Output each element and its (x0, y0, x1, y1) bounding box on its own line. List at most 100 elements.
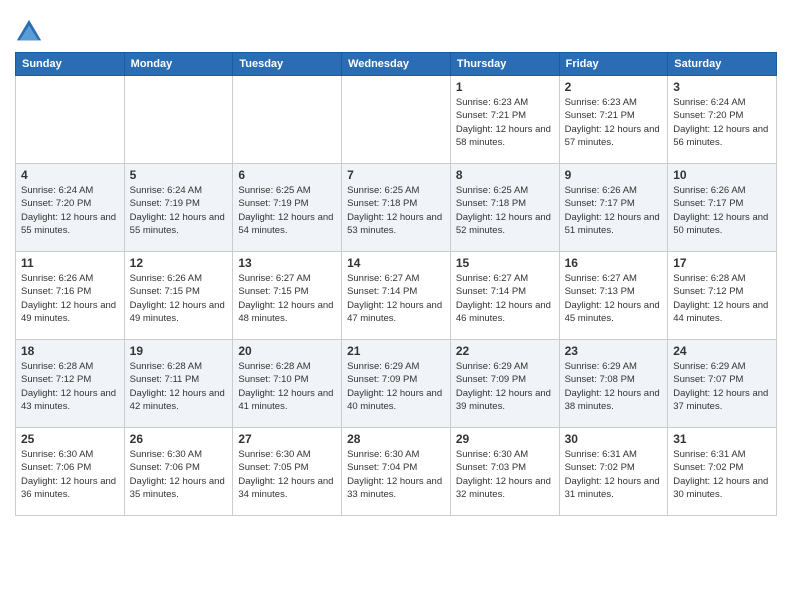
calendar-cell: 28 Sunrise: 6:30 AM Sunset: 7:04 PM Dayli… (342, 428, 451, 516)
calendar-cell: 29Sunrise: 6:30 AM Sunset: 7:03 PM Dayli… (450, 428, 559, 516)
day-number: 26 (130, 432, 228, 446)
calendar-cell: 1 Sunrise: 6:23 AM Sunset: 7:21 PM Daylig… (450, 76, 559, 164)
day-info: Sunrise: 6:31 AM Sunset: 7:02 PM Dayligh… (673, 448, 771, 501)
calendar-cell: 2 Sunrise: 6:23 AM Sunset: 7:21 PM Daylig… (559, 76, 668, 164)
day-number: 13 (238, 256, 336, 270)
calendar-week-3: 11 Sunrise: 6:26 AM Sunset: 7:16 PM Dayli… (16, 252, 777, 340)
day-number: 28 (347, 432, 445, 446)
calendar-cell: 4 Sunrise: 6:24 AM Sunset: 7:20 PM Daylig… (16, 164, 125, 252)
calendar-cell: 6 Sunrise: 6:25 AM Sunset: 7:19 PM Daylig… (233, 164, 342, 252)
day-info: Sunrise: 6:28 AM Sunset: 7:11 PM Dayligh… (130, 360, 228, 413)
calendar-header-monday: Monday (124, 53, 233, 76)
day-number: 25 (21, 432, 119, 446)
day-info: Sunrise: 6:25 AM Sunset: 7:19 PM Dayligh… (238, 184, 336, 237)
calendar-cell: 21 Sunrise: 6:29 AM Sunset: 7:09 PM Dayli… (342, 340, 451, 428)
day-info: Sunrise: 6:28 AM Sunset: 7:10 PM Dayligh… (238, 360, 336, 413)
calendar-cell: 7Sunrise: 6:25 AM Sunset: 7:18 PM Daylig… (342, 164, 451, 252)
day-info: Sunrise: 6:25 AM Sunset: 7:18 PM Dayligh… (456, 184, 554, 237)
day-info: Sunrise: 6:26 AM Sunset: 7:17 PM Dayligh… (565, 184, 663, 237)
calendar-header-friday: Friday (559, 53, 668, 76)
calendar-header-tuesday: Tuesday (233, 53, 342, 76)
day-info: Sunrise: 6:27 AM Sunset: 7:14 PM Dayligh… (347, 272, 445, 325)
calendar-cell (124, 76, 233, 164)
calendar-cell: 11 Sunrise: 6:26 AM Sunset: 7:16 PM Dayli… (16, 252, 125, 340)
calendar-cell: 17 Sunrise: 6:28 AM Sunset: 7:12 PM Dayli… (668, 252, 777, 340)
day-number: 15 (456, 256, 554, 270)
calendar-cell: 27 Sunrise: 6:30 AM Sunset: 7:05 PM Dayli… (233, 428, 342, 516)
calendar-header-wednesday: Wednesday (342, 53, 451, 76)
calendar-header-saturday: Saturday (668, 53, 777, 76)
day-info: Sunrise: 6:30 AM Sunset: 7:06 PM Dayligh… (21, 448, 119, 501)
day-info: Sunrise: 6:26 AM Sunset: 7:16 PM Dayligh… (21, 272, 119, 325)
day-number: 30 (565, 432, 663, 446)
calendar-cell: 23Sunrise: 6:29 AM Sunset: 7:08 PM Dayli… (559, 340, 668, 428)
day-info: Sunrise: 6:27 AM Sunset: 7:13 PM Dayligh… (565, 272, 663, 325)
day-info: Sunrise: 6:29 AM Sunset: 7:09 PM Dayligh… (347, 360, 445, 413)
day-number: 24 (673, 344, 771, 358)
calendar-cell: 10Sunrise: 6:26 AM Sunset: 7:17 PM Dayli… (668, 164, 777, 252)
day-number: 14 (347, 256, 445, 270)
day-info: Sunrise: 6:29 AM Sunset: 7:09 PM Dayligh… (456, 360, 554, 413)
day-number: 11 (21, 256, 119, 270)
calendar-cell: 13Sunrise: 6:27 AM Sunset: 7:15 PM Dayli… (233, 252, 342, 340)
day-number: 5 (130, 168, 228, 182)
calendar-week-5: 25 Sunrise: 6:30 AM Sunset: 7:06 PM Dayli… (16, 428, 777, 516)
calendar-cell: 12Sunrise: 6:26 AM Sunset: 7:15 PM Dayli… (124, 252, 233, 340)
logo (15, 18, 47, 46)
calendar-cell: 30 Sunrise: 6:31 AM Sunset: 7:02 PM Dayli… (559, 428, 668, 516)
day-info: Sunrise: 6:30 AM Sunset: 7:05 PM Dayligh… (238, 448, 336, 501)
calendar-cell: 20Sunrise: 6:28 AM Sunset: 7:10 PM Dayli… (233, 340, 342, 428)
day-info: Sunrise: 6:28 AM Sunset: 7:12 PM Dayligh… (21, 360, 119, 413)
day-info: Sunrise: 6:30 AM Sunset: 7:06 PM Dayligh… (130, 448, 228, 501)
day-info: Sunrise: 6:25 AM Sunset: 7:18 PM Dayligh… (347, 184, 445, 237)
calendar-cell: 19 Sunrise: 6:28 AM Sunset: 7:11 PM Dayli… (124, 340, 233, 428)
page-header (15, 10, 777, 46)
day-info: Sunrise: 6:23 AM Sunset: 7:21 PM Dayligh… (456, 96, 554, 149)
calendar-week-2: 4 Sunrise: 6:24 AM Sunset: 7:20 PM Daylig… (16, 164, 777, 252)
day-info: Sunrise: 6:24 AM Sunset: 7:20 PM Dayligh… (21, 184, 119, 237)
day-info: Sunrise: 6:30 AM Sunset: 7:04 PM Dayligh… (347, 448, 445, 501)
calendar-cell: 16 Sunrise: 6:27 AM Sunset: 7:13 PM Dayli… (559, 252, 668, 340)
day-number: 2 (565, 80, 663, 94)
day-number: 8 (456, 168, 554, 182)
calendar-cell: 14 Sunrise: 6:27 AM Sunset: 7:14 PM Dayli… (342, 252, 451, 340)
calendar-cell: 18 Sunrise: 6:28 AM Sunset: 7:12 PM Dayli… (16, 340, 125, 428)
calendar-week-1: 1 Sunrise: 6:23 AM Sunset: 7:21 PM Daylig… (16, 76, 777, 164)
day-number: 21 (347, 344, 445, 358)
day-number: 18 (21, 344, 119, 358)
day-info: Sunrise: 6:24 AM Sunset: 7:20 PM Dayligh… (673, 96, 771, 149)
day-number: 3 (673, 80, 771, 94)
day-info: Sunrise: 6:24 AM Sunset: 7:19 PM Dayligh… (130, 184, 228, 237)
calendar-cell: 8 Sunrise: 6:25 AM Sunset: 7:18 PM Daylig… (450, 164, 559, 252)
calendar-week-4: 18 Sunrise: 6:28 AM Sunset: 7:12 PM Dayli… (16, 340, 777, 428)
day-info: Sunrise: 6:29 AM Sunset: 7:07 PM Dayligh… (673, 360, 771, 413)
day-number: 17 (673, 256, 771, 270)
calendar-cell (16, 76, 125, 164)
calendar-cell: 25 Sunrise: 6:30 AM Sunset: 7:06 PM Dayli… (16, 428, 125, 516)
day-info: Sunrise: 6:31 AM Sunset: 7:02 PM Dayligh… (565, 448, 663, 501)
day-info: Sunrise: 6:23 AM Sunset: 7:21 PM Dayligh… (565, 96, 663, 149)
day-info: Sunrise: 6:27 AM Sunset: 7:14 PM Dayligh… (456, 272, 554, 325)
day-info: Sunrise: 6:26 AM Sunset: 7:15 PM Dayligh… (130, 272, 228, 325)
day-number: 29 (456, 432, 554, 446)
day-number: 31 (673, 432, 771, 446)
day-number: 4 (21, 168, 119, 182)
day-number: 27 (238, 432, 336, 446)
day-info: Sunrise: 6:26 AM Sunset: 7:17 PM Dayligh… (673, 184, 771, 237)
day-number: 6 (238, 168, 336, 182)
day-number: 23 (565, 344, 663, 358)
calendar-cell: 24 Sunrise: 6:29 AM Sunset: 7:07 PM Dayli… (668, 340, 777, 428)
day-number: 19 (130, 344, 228, 358)
calendar-cell: 31 Sunrise: 6:31 AM Sunset: 7:02 PM Dayli… (668, 428, 777, 516)
day-number: 22 (456, 344, 554, 358)
day-number: 16 (565, 256, 663, 270)
calendar-cell: 15 Sunrise: 6:27 AM Sunset: 7:14 PM Dayli… (450, 252, 559, 340)
calendar-cell (233, 76, 342, 164)
day-info: Sunrise: 6:28 AM Sunset: 7:12 PM Dayligh… (673, 272, 771, 325)
calendar-header-sunday: Sunday (16, 53, 125, 76)
calendar-header-row: SundayMondayTuesdayWednesdayThursdayFrid… (16, 53, 777, 76)
day-number: 1 (456, 80, 554, 94)
day-number: 9 (565, 168, 663, 182)
calendar-cell: 26 Sunrise: 6:30 AM Sunset: 7:06 PM Dayli… (124, 428, 233, 516)
calendar-cell: 5 Sunrise: 6:24 AM Sunset: 7:19 PM Daylig… (124, 164, 233, 252)
